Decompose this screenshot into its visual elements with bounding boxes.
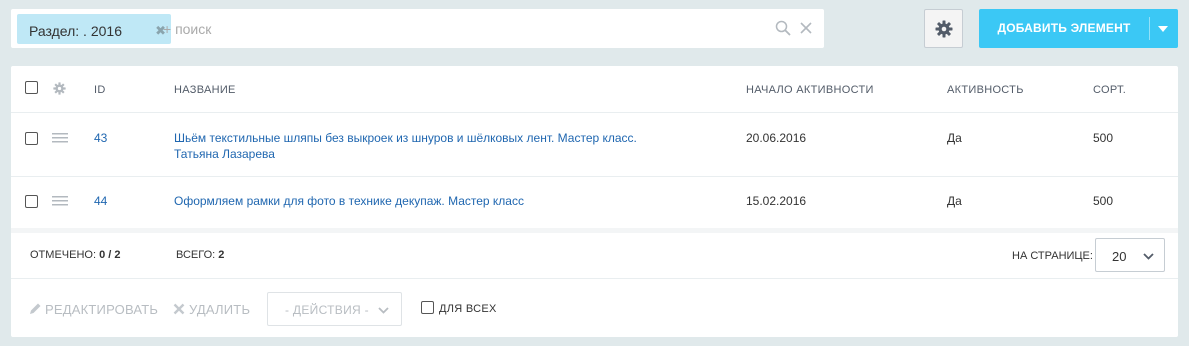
row-id-link[interactable]: 44 — [94, 193, 107, 209]
column-header-sort[interactable]: СОРТ. — [1093, 84, 1126, 96]
row-name-link[interactable]: Оформляем рамки для фото в технике декуп… — [174, 193, 524, 209]
add-element-label: ДОБАВИТЬ ЭЛЕМЕНТ — [997, 21, 1131, 35]
search-input[interactable] — [163, 14, 743, 43]
total-count-label: ВСЕГО: — [176, 249, 216, 261]
pencil-icon — [30, 303, 41, 314]
select-all-checkbox[interactable] — [25, 81, 38, 94]
checked-count: ОТМЕЧЕНО: 0 / 2 — [30, 249, 120, 261]
row-checkbox[interactable] — [25, 195, 38, 208]
row-divider — [11, 176, 1178, 177]
clear-icon[interactable] — [799, 20, 813, 36]
filter-chip[interactable]: Раздел: . 2016 ✖ — [17, 14, 171, 44]
close-icon — [173, 303, 185, 315]
total-count: ВСЕГО: 2 — [176, 249, 224, 261]
row-id-link[interactable]: 43 — [94, 130, 107, 146]
row-active: Да — [947, 194, 962, 208]
delete-button-label: УДАЛИТЬ — [189, 302, 251, 317]
row-active: Да — [947, 131, 962, 145]
drag-handle-icon[interactable] — [52, 196, 68, 206]
row-sort: 500 — [1093, 131, 1114, 145]
actions-divider — [11, 278, 1178, 279]
total-count-value: 2 — [218, 249, 225, 261]
search-icon[interactable] — [775, 20, 791, 36]
column-header-id[interactable]: ID — [94, 84, 106, 96]
actions-select-label: - ДЕЙСТВИЯ - — [285, 303, 369, 317]
checked-count-value: 0 / 2 — [99, 249, 121, 261]
drag-handle-icon[interactable] — [52, 133, 68, 143]
column-settings-icon[interactable] — [53, 82, 66, 95]
row-active-from: 20.06.2016 — [746, 131, 807, 145]
row-checkbox[interactable] — [25, 132, 38, 145]
column-header-active-from[interactable]: НАЧАЛО АКТИВНОСТИ — [746, 84, 874, 96]
header-divider — [11, 112, 1178, 113]
chevron-down-icon — [378, 307, 389, 314]
settings-button[interactable] — [924, 9, 963, 48]
gear-icon — [935, 20, 953, 38]
button-divider — [1149, 17, 1150, 40]
delete-button[interactable]: УДАЛИТЬ — [173, 302, 250, 317]
checked-count-label: ОТМЕЧЕНО: — [30, 249, 96, 261]
search-box[interactable]: Раздел: . 2016 ✖ — [11, 9, 824, 48]
row-sort: 500 — [1093, 194, 1114, 208]
actions-select[interactable]: - ДЕЙСТВИЯ - — [267, 292, 402, 326]
per-page-value: 20 — [1112, 249, 1127, 264]
filter-chip-label: Раздел: . 2016 — [29, 23, 122, 39]
column-header-name[interactable]: НАЗВАНИЕ — [174, 84, 236, 96]
column-header-active[interactable]: АКТИВНОСТЬ — [947, 84, 1024, 96]
elements-grid: ID НАЗВАНИЕ НАЧАЛО АКТИВНОСТИ АКТИВНОСТЬ… — [11, 66, 1178, 337]
add-element-button[interactable]: ДОБАВИТЬ ЭЛЕМЕНТ — [979, 9, 1178, 48]
for-all-checkbox[interactable] — [421, 301, 434, 314]
row-active-from: 15.02.2016 — [746, 194, 807, 208]
row-name-link[interactable]: Татьяна Лазарева — [174, 146, 275, 162]
chevron-down-icon[interactable] — [1158, 26, 1168, 32]
per-page-select[interactable]: 20 — [1095, 238, 1165, 272]
edit-button-label: РЕДАКТИРОВАТЬ — [45, 302, 159, 317]
edit-button[interactable]: РЕДАКТИРОВАТЬ — [29, 302, 158, 317]
for-all-label: ДЛЯ ВСЕХ — [439, 303, 497, 315]
per-page-label: НА СТРАНИЦЕ: — [1012, 250, 1093, 262]
grid-footer-divider — [11, 228, 1178, 233]
chevron-down-icon — [1143, 253, 1154, 260]
row-name-link[interactable]: Шьём текстильные шляпы без выкроек из шн… — [174, 130, 637, 146]
